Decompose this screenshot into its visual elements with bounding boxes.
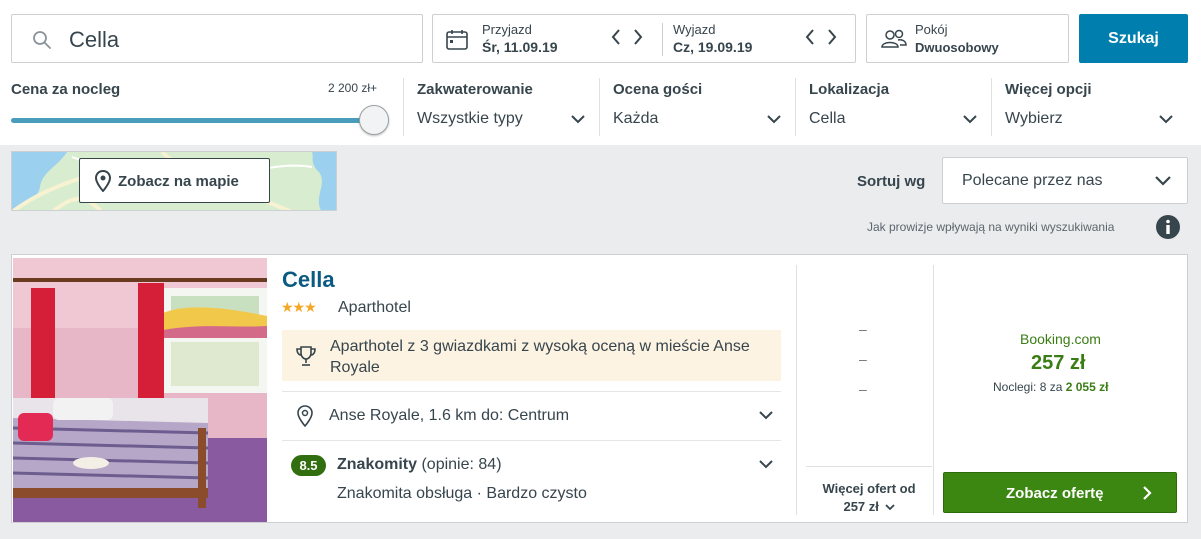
award-banner: Aparthotel z 3 gwiazdkami z wysoką oceną… [282, 330, 781, 381]
price-slider-track[interactable] [11, 118, 381, 123]
filter-divider [795, 78, 796, 136]
chevron-down-icon [884, 504, 895, 511]
rating-word: Znakomity [337, 456, 418, 473]
rating-filter-title: Ocena gości [613, 81, 703, 98]
more-offers-price: 257 zł [843, 499, 879, 514]
rating-highlights: Znakomita obsługa · Bardzo czysto [337, 485, 587, 502]
nights-summary: Noclegi: 8 za 2 055 zł [993, 380, 1108, 394]
chevron-down-icon[interactable] [767, 115, 781, 124]
hotel-type: Aparthotel [338, 299, 411, 316]
accommodation-filter-title: Zakwaterowanie [417, 81, 533, 98]
price-filter-title: Cena za nocleg [11, 81, 121, 98]
nights-prefix: Noclegi: 8 za [993, 380, 1063, 394]
more-offers-button[interactable]: Więcej ofert od 257 zł [806, 480, 932, 516]
offer-placeholder-dash: – [859, 321, 867, 337]
hotel-photo[interactable] [13, 258, 267, 522]
offer-placeholder-dash: – [859, 351, 867, 367]
commission-note[interactable]: Jak prowizje wpływają na wyniki wyszukiw… [867, 220, 1114, 234]
accommodation-filter-value[interactable]: Wszystkie typy [417, 110, 523, 128]
guests-icon [881, 29, 907, 48]
map-pin-icon [95, 170, 111, 192]
checkout-label: Wyjazd [673, 22, 716, 37]
search-button[interactable]: Szukaj [1079, 14, 1188, 63]
chevron-down-icon[interactable] [571, 115, 585, 124]
search-icon [33, 31, 51, 49]
calendar-icon [446, 30, 468, 50]
chevron-down-icon[interactable] [759, 411, 773, 420]
show-map-label: Zobacz na mapie [118, 173, 239, 190]
filter-divider [599, 78, 600, 136]
more-offers-line2: 257 zł [806, 498, 932, 516]
date-divider [662, 23, 663, 56]
sort-dropdown[interactable]: Polecane przez nas [942, 157, 1188, 204]
rating-summary: Znakomity (opinie: 84) [337, 456, 502, 474]
price-filter-max: 2 200 zł+ [328, 81, 378, 95]
show-map-button[interactable]: Zobacz na mapie [79, 158, 270, 203]
more-filter-value[interactable]: Wybierz [1005, 110, 1063, 128]
location-filter-value[interactable]: Cella [809, 110, 845, 128]
filter-divider [991, 78, 992, 136]
hotel-name-link[interactable]: Cella [282, 267, 335, 293]
date-picker[interactable]: Przyjazd Śr, 11.09.19 Wyjazd Cz, 19.09.1… [432, 14, 856, 63]
award-text: Aparthotel z 3 gwiazdkami z wysoką oceną… [330, 338, 750, 376]
checkin-prev-icon[interactable] [611, 28, 621, 46]
room-selector[interactable]: Pokój Dwuosobowy [866, 14, 1069, 63]
section-divider [806, 466, 932, 467]
checkin-next-icon[interactable] [633, 28, 643, 46]
column-divider [796, 265, 797, 515]
offer-placeholder-dash: – [859, 381, 867, 397]
chevron-down-icon [1155, 176, 1171, 186]
more-offers-line1: Więcej ofert od [822, 481, 916, 496]
checkout-value[interactable]: Cz, 19.09.19 [673, 39, 752, 55]
hotel-stars: ★★★ [281, 299, 317, 315]
chevron-down-icon[interactable] [963, 115, 977, 124]
more-filter-title: Więcej opcji [1005, 81, 1092, 98]
room-label: Pokój [915, 22, 948, 37]
nights-total: 2 055 zł [1065, 380, 1109, 394]
section-divider [282, 440, 781, 441]
column-divider [933, 265, 934, 515]
checkout-next-icon[interactable] [827, 28, 837, 46]
destination-search-field[interactable]: Cella [11, 14, 423, 63]
sort-label: Sortuj wg [857, 173, 926, 190]
location-pin-icon [297, 405, 313, 427]
rating-count: (opinie: 84) [421, 456, 502, 473]
price-slider-handle[interactable] [359, 105, 389, 135]
filter-divider [403, 78, 404, 136]
checkin-label: Przyjazd [482, 22, 532, 37]
trophy-icon [296, 346, 316, 366]
view-offer-button[interactable]: Zobacz ofertę [943, 472, 1177, 513]
offer-price: 257 zł [1031, 352, 1086, 374]
chevron-right-icon [1143, 486, 1152, 500]
section-divider [282, 391, 781, 392]
hotel-location: Anse Royale, 1.6 km do: Centrum [329, 407, 570, 424]
info-icon[interactable] [1156, 215, 1180, 239]
location-filter-title: Lokalizacja [809, 81, 890, 98]
rating-badge: 8.5 [291, 455, 326, 476]
hotel-result-card[interactable]: Cella ★★★ Aparthotel Aparthotel z 3 gwia… [11, 254, 1188, 523]
provider-name: Booking.com [1020, 331, 1101, 347]
room-value: Dwuosobowy [915, 40, 999, 55]
checkout-prev-icon[interactable] [805, 28, 815, 46]
view-offer-label: Zobacz ofertę [1006, 485, 1104, 502]
sort-value: Polecane przez nas [962, 172, 1103, 189]
rating-filter-value[interactable]: Każda [613, 110, 658, 128]
chevron-down-icon[interactable] [759, 460, 773, 469]
destination-input-value[interactable]: Cella [69, 27, 119, 53]
checkin-value[interactable]: Śr, 11.09.19 [482, 39, 558, 55]
chevron-down-icon[interactable] [1159, 115, 1173, 124]
